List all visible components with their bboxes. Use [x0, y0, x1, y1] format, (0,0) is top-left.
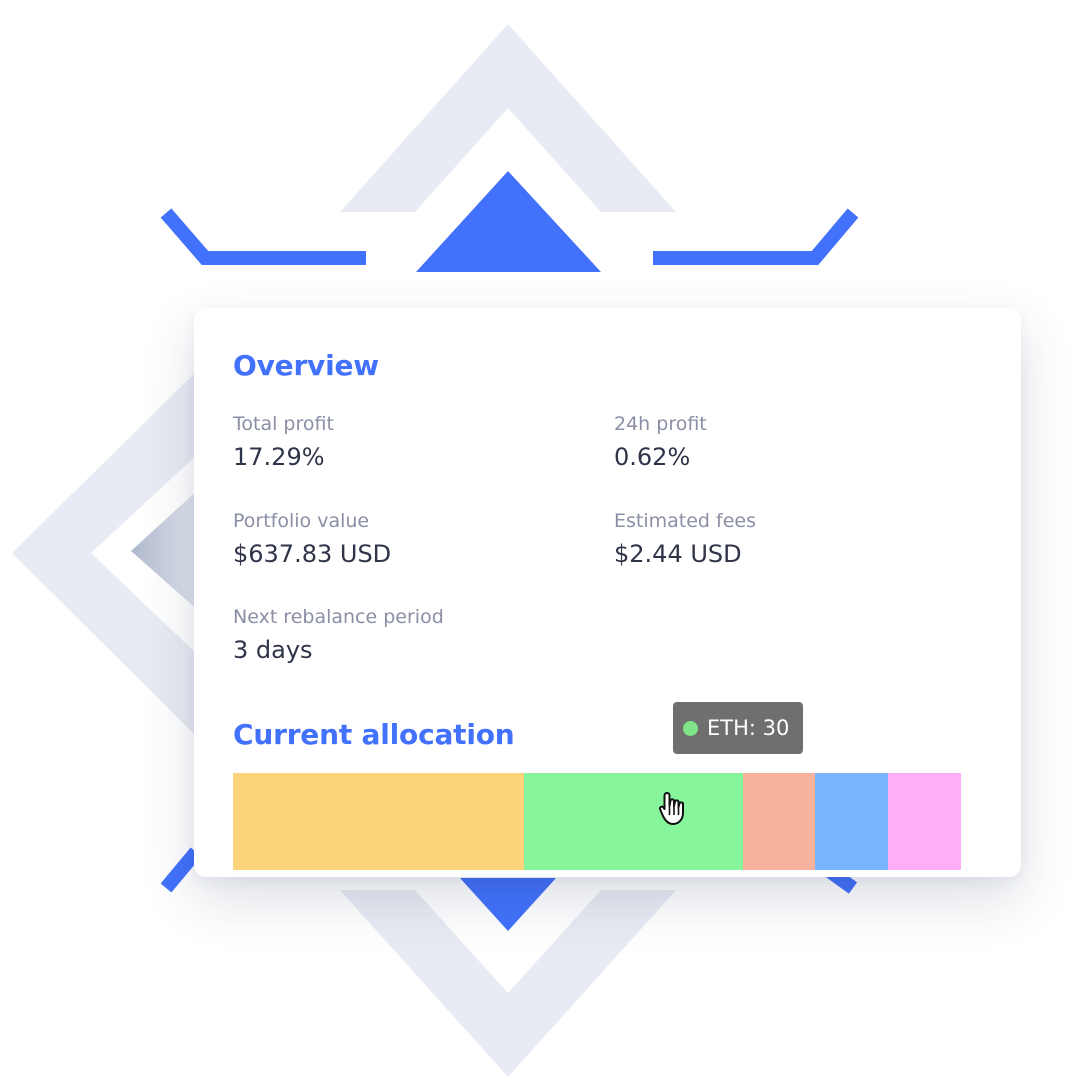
- stat-value: 3 days: [233, 636, 313, 664]
- overview-title: Overview: [233, 349, 379, 382]
- stat-total-profit: Total profit 17.29%: [233, 412, 334, 473]
- stat-label: Portfolio value: [233, 510, 370, 532]
- stat-estimated-fees: Estimated fees $2.44 USD: [614, 509, 756, 570]
- hand-pointer-cursor-icon: [658, 792, 684, 825]
- stat-label: 24h profit: [614, 413, 707, 435]
- stat-label: Next rebalance period: [233, 606, 444, 628]
- overview-card: Overview Total profit 17.29% 24h profit …: [194, 308, 1021, 877]
- blue-bracket-left: [160, 208, 366, 265]
- blue-bracket-right: [653, 208, 859, 265]
- blue-bottom-triangle: [460, 878, 556, 931]
- tooltip-text: ETH: 30: [707, 716, 790, 740]
- allocation-segment[interactable]: [888, 773, 961, 870]
- allocation-segment[interactable]: [233, 773, 525, 870]
- tooltip-color-dot: [683, 720, 698, 736]
- stat-value: 17.29%: [233, 443, 325, 471]
- allocation-segment[interactable]: [742, 773, 816, 870]
- stat-value: $637.83 USD: [233, 540, 392, 568]
- stat-label: Total profit: [233, 413, 334, 435]
- stat-value: $2.44 USD: [614, 540, 742, 568]
- stat-portfolio-value: Portfolio value $637.83 USD: [233, 509, 391, 570]
- stat-24h-profit: 24h profit 0.62%: [614, 412, 707, 473]
- allocation-segment[interactable]: [815, 773, 889, 870]
- allocation-title: Current allocation: [233, 718, 515, 751]
- allocation-tooltip: ETH: 30: [673, 702, 804, 754]
- allocation-segment[interactable]: [524, 773, 743, 870]
- blue-bracket-bottom-left: [160, 847, 202, 893]
- allocation-bar: [233, 773, 961, 870]
- stat-label: Estimated fees: [614, 510, 756, 532]
- stat-value: 0.62%: [614, 443, 691, 471]
- stat-next-rebalance: Next rebalance period 3 days: [233, 605, 444, 666]
- left-inner-triangle: [131, 488, 200, 612]
- blue-top-triangle: [416, 171, 601, 272]
